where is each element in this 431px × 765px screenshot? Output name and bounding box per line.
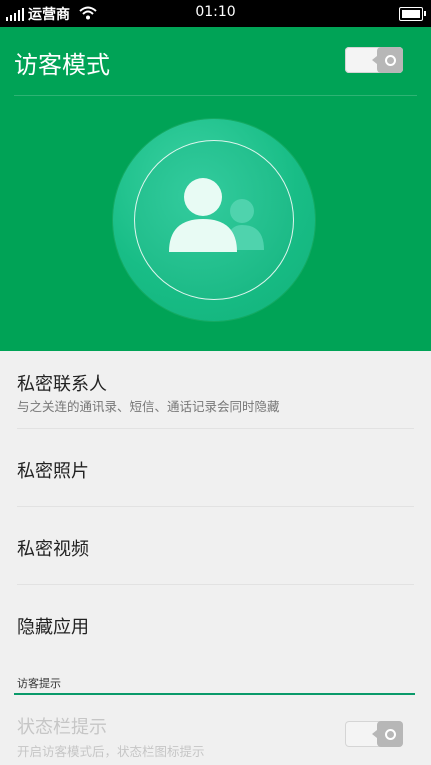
list-item-hidden-apps[interactable]: 隐藏应用: [0, 585, 431, 662]
section-underline: [14, 693, 415, 695]
battery-icon: [399, 7, 426, 21]
list-item-title: 私密联系人: [17, 374, 107, 395]
page-title: 访客模式: [14, 51, 110, 79]
status-bar-hint-toggle[interactable]: [345, 721, 403, 747]
guest-avatar-badge: [113, 119, 315, 321]
list-item-title: 隐藏应用: [17, 617, 89, 638]
header-divider: [14, 95, 417, 96]
guest-users-icon: [169, 178, 264, 252]
guest-mode-toggle[interactable]: [345, 47, 403, 73]
status-bar: 运营商 01:10: [0, 0, 431, 27]
list-item-title: 私密视频: [17, 539, 89, 560]
list-item-private-contacts[interactable]: 私密联系人 与之关连的通讯录、短信、通话记录会同时隐藏: [0, 351, 431, 429]
list-item-private-photos[interactable]: 私密照片: [0, 429, 431, 506]
guest-mode-header: 访客模式: [0, 27, 431, 351]
list-item-private-videos[interactable]: 私密视频: [0, 507, 431, 584]
toggle-knob: [377, 47, 403, 73]
toggle-knob: [377, 721, 403, 747]
list-item-title: 状态栏提示: [17, 717, 107, 738]
list-item-title: 私密照片: [17, 461, 89, 482]
list-item-subtitle: 开启访客模式后，状态栏图标提示: [17, 744, 205, 759]
clock: 01:10: [195, 4, 236, 20]
list-item-subtitle: 与之关连的通讯录、短信、通话记录会同时隐藏: [17, 399, 280, 414]
section-header: 访客提示: [17, 677, 61, 690]
